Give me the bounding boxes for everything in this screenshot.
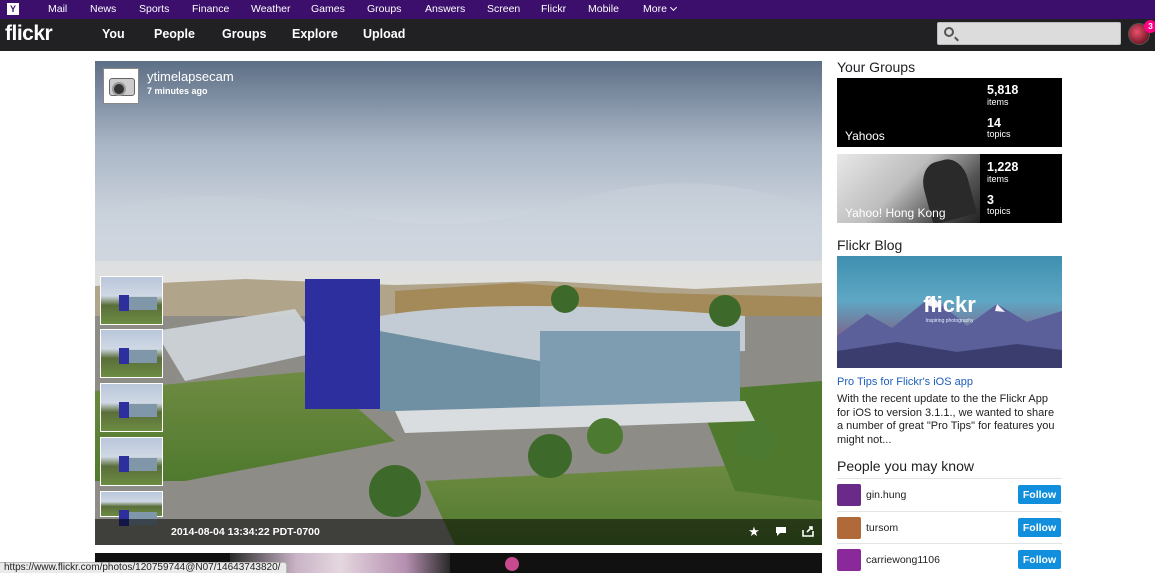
thumbnail[interactable] <box>100 276 163 325</box>
yahoo-link-games[interactable]: Games <box>311 3 345 15</box>
comment-icon[interactable] <box>773 524 789 540</box>
browser-status-url: https://www.flickr.com/photos/120759744@… <box>0 562 288 573</box>
thumbnail[interactable] <box>100 437 163 486</box>
group-topics-label: topics <box>987 129 1011 139</box>
group-items-count: 5,818 <box>987 83 1019 97</box>
blog-image-tagline: Inspiring photography <box>925 318 974 324</box>
notification-badge[interactable]: 3 <box>1144 20 1155 33</box>
yahoo-link-screen[interactable]: Screen <box>487 3 520 15</box>
person-avatar[interactable] <box>837 549 861 571</box>
group-items-label: items <box>987 97 1009 107</box>
yahoo-logo[interactable]: Y <box>7 3 19 15</box>
nav-people[interactable]: People <box>154 27 195 41</box>
photo-info-bar: 2014-08-04 13:34:22 PDT-0700 ★ <box>95 519 822 545</box>
group-topics-label: topics <box>987 206 1011 216</box>
person-row-tursom: tursom Follow <box>837 511 1062 541</box>
yahoo-link-sports[interactable]: Sports <box>139 3 169 15</box>
blog-image-logo: flickr <box>923 292 976 317</box>
owner-name[interactable]: ytimelapsecam <box>147 69 234 84</box>
person-avatar[interactable] <box>837 517 861 539</box>
follow-button[interactable]: Follow <box>1018 485 1061 504</box>
chevron-down-icon <box>669 3 677 12</box>
star-icon[interactable]: ★ <box>746 524 762 540</box>
yahoo-link-answers[interactable]: Answers <box>425 3 465 15</box>
group-name[interactable]: Yahoos <box>845 129 885 143</box>
blog-post-image[interactable]: flickr Inspiring photography <box>837 256 1062 368</box>
group-name[interactable]: Yahoo! Hong Kong <box>845 206 946 220</box>
follow-button[interactable]: Follow <box>1018 550 1061 569</box>
your-groups-heading: Your Groups <box>837 59 916 75</box>
yahoo-bar: Y Mail News Sports Finance Weather Games… <box>0 0 1155 19</box>
photo-image <box>95 61 822 545</box>
search-input[interactable] <box>960 25 1116 42</box>
owner-avatar[interactable] <box>103 68 139 104</box>
group-topics-count: 14 <box>987 116 1001 130</box>
person-row-gin-hung: gin.hung Follow <box>837 478 1062 508</box>
group-card-yahoo-hong-kong[interactable]: Yahoo! Hong Kong 1,228 items 3 topics <box>837 154 1062 223</box>
yahoo-link-news[interactable]: News <box>90 3 116 15</box>
nav-groups[interactable]: Groups <box>222 27 266 41</box>
nav-you[interactable]: You <box>102 27 125 41</box>
yahoo-link-mobile[interactable]: Mobile <box>588 3 619 15</box>
person-avatar[interactable] <box>837 484 861 506</box>
person-name[interactable]: tursom <box>866 522 898 534</box>
flickr-logo[interactable]: flickr <box>5 22 53 46</box>
group-card-yahoos[interactable]: Yahoos 5,818 items 14 topics <box>837 78 1062 147</box>
people-you-may-know-heading: People you may know <box>837 458 974 474</box>
blog-post-link[interactable]: Pro Tips for Flickr's iOS app <box>837 376 973 388</box>
share-icon[interactable] <box>800 524 816 540</box>
thumbnail[interactable] <box>100 329 163 378</box>
nav-upload[interactable]: Upload <box>363 27 405 41</box>
search-icon[interactable] <box>944 27 954 37</box>
yahoo-link-finance[interactable]: Finance <box>192 3 229 15</box>
main-photo[interactable]: ytimelapsecam 7 minutes ago 2014-08-04 1… <box>95 61 822 545</box>
person-name[interactable]: gin.hung <box>866 489 906 501</box>
photo-date: 2014-08-04 13:34:22 PDT-0700 <box>171 526 320 538</box>
yahoo-more-menu[interactable]: More <box>643 3 677 15</box>
nav-explore[interactable]: Explore <box>292 27 338 41</box>
thumbnail[interactable] <box>100 383 163 432</box>
yahoo-link-groups[interactable]: Groups <box>367 3 401 15</box>
flickr-blog-heading: Flickr Blog <box>837 237 903 253</box>
posted-time: 7 minutes ago <box>147 86 208 96</box>
flickr-nav: flickr You People Groups Explore Upload … <box>0 19 1155 51</box>
yahoo-link-mail[interactable]: Mail <box>48 3 67 15</box>
group-items-label: items <box>987 174 1009 184</box>
search-box[interactable] <box>937 22 1121 45</box>
group-items-count: 1,228 <box>987 160 1019 174</box>
person-row-carriewong1106: carriewong1106 Follow <box>837 543 1062 573</box>
yahoo-link-flickr[interactable]: Flickr <box>541 3 566 15</box>
person-name[interactable]: carriewong1106 <box>866 554 940 566</box>
follow-button[interactable]: Follow <box>1018 518 1061 537</box>
more-label: More <box>643 3 667 15</box>
next-photo-detail <box>505 557 519 571</box>
blog-post-excerpt: With the recent update to the the Flickr… <box>837 393 1055 446</box>
yahoo-link-weather[interactable]: Weather <box>251 3 291 15</box>
camera-icon <box>109 78 135 96</box>
thumbnail[interactable] <box>100 491 163 526</box>
group-topics-count: 3 <box>987 193 994 207</box>
